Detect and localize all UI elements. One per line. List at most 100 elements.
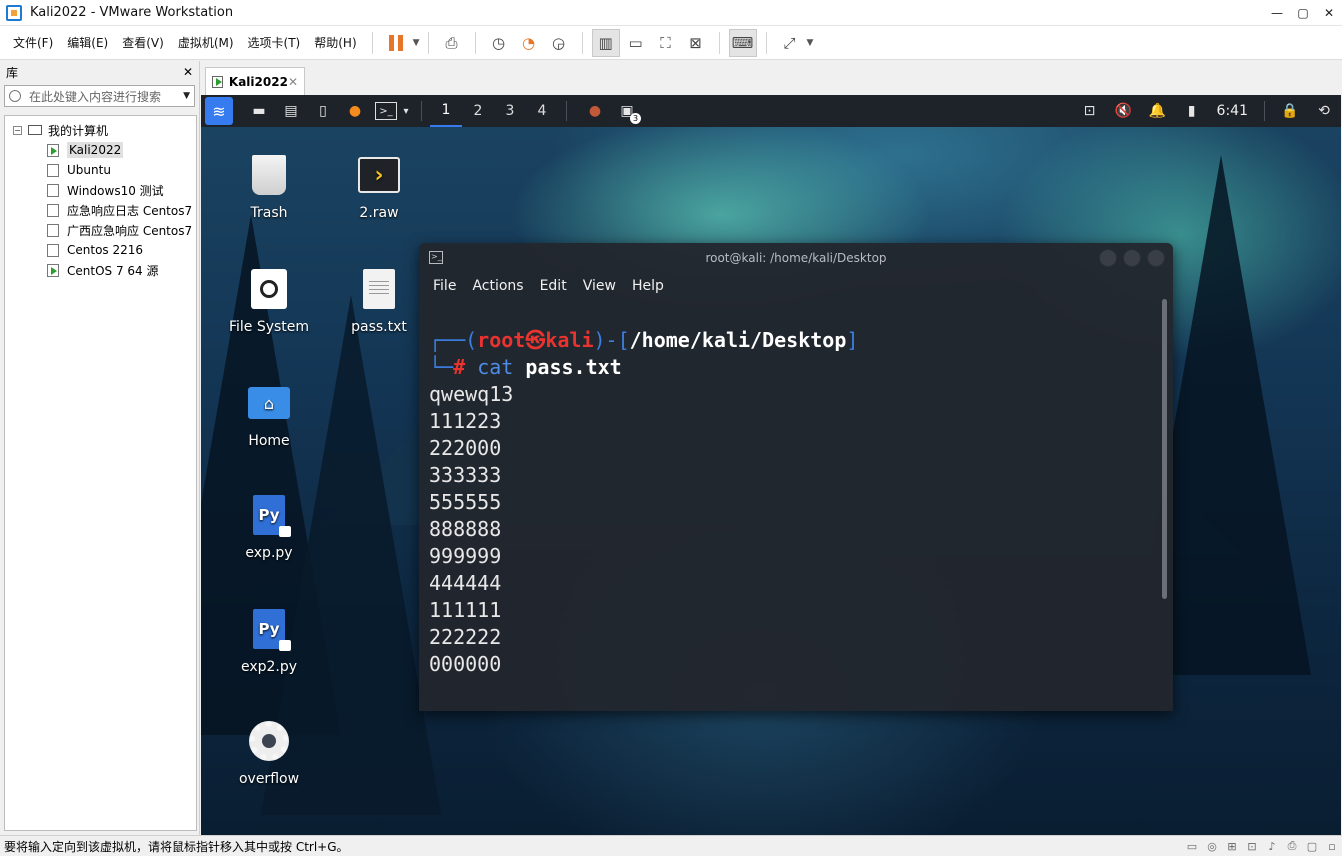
desktop-icon-exp2-py[interactable]: Py exp2.py [219, 607, 319, 675]
full-screen-button[interactable]: ⛶ [652, 29, 680, 57]
minimize-button[interactable]: — [1264, 0, 1290, 26]
hard-disk-icon[interactable]: ▭ [1184, 839, 1200, 853]
launcher-dropdown-chevron-icon[interactable]: ▾ [399, 100, 413, 122]
firefox-window-icon[interactable]: ● [583, 100, 607, 122]
python-file-icon: Py [248, 493, 291, 537]
show-desktop-icon[interactable]: ▬ [247, 100, 271, 122]
menu-file[interactable]: 文件(F) [6, 26, 60, 60]
tree-item-vm[interactable]: Kali2022 [5, 140, 196, 160]
take-snapshot-button[interactable]: ◷ [485, 29, 513, 57]
tree-root-my-computer[interactable]: − 我的计算机 [5, 120, 196, 140]
desktop-icon-raw[interactable]: › 2.raw [329, 153, 429, 221]
pause-button[interactable] [382, 29, 410, 57]
file-manager-icon[interactable]: ▤ [279, 100, 303, 122]
workspace-3-button[interactable]: 3 [494, 95, 526, 127]
terminal-title-bar[interactable]: >_ root@kali: /home/kali/Desktop [419, 243, 1173, 273]
terminal-menu-view[interactable]: View [583, 278, 616, 294]
desktop-icon-filesystem[interactable]: File System [219, 267, 319, 335]
terminal-scrollbar[interactable] [1162, 299, 1167, 599]
volume-muted-icon[interactable]: 🔇 [1112, 100, 1136, 122]
menu-edit[interactable]: 编辑(E) [60, 26, 115, 60]
workspace-2-button[interactable]: 2 [462, 95, 494, 127]
logout-icon[interactable]: ⟲ [1312, 100, 1336, 122]
terminal-output[interactable]: ┌──(root㉿kali)-[/home/kali/Desktop] └─# … [429, 327, 1159, 678]
console-view-button[interactable]: ⌨ [728, 28, 757, 57]
menu-help[interactable]: 帮助(H) [307, 26, 363, 60]
thumbnail-bar-button[interactable]: ▭ [622, 29, 650, 57]
thumbnail-icon: ▭ [628, 33, 643, 52]
terminal-window-icon[interactable]: ▣ 3 [615, 100, 641, 124]
network-icon[interactable]: ⊡ [1078, 100, 1102, 122]
tab-close-button[interactable]: ✕ [288, 75, 298, 89]
text-editor-icon[interactable]: ▯ [311, 100, 335, 122]
tree-item-vm[interactable]: Centos 2216 [5, 240, 196, 260]
desktop-icon-exp-py[interactable]: Py exp.py [219, 493, 319, 561]
battery-icon[interactable]: ▮ [1180, 100, 1204, 122]
send-ctrl-alt-del-button[interactable]: ⎙ [438, 29, 466, 57]
revert-snapshot-button[interactable]: ◔ [515, 29, 543, 57]
notifications-bell-icon[interactable]: 🔔 [1146, 100, 1170, 122]
unity-button[interactable]: ⊠ [682, 29, 710, 57]
desktop-icon-label: 2.raw [359, 205, 399, 221]
tree-item-vm[interactable]: 广西应急响应 Centos7 [5, 220, 196, 240]
maximize-button[interactable]: ▢ [1290, 0, 1316, 26]
toolbar-separator [581, 31, 583, 54]
tree-item-label: Centos 2216 [67, 243, 144, 257]
library-search-input[interactable]: 在此处键入内容进行搜索 ▼ [4, 85, 195, 107]
firefox-icon[interactable]: ● [343, 100, 367, 122]
kali-menu-icon[interactable]: ≋ [205, 97, 233, 125]
toolbar-separator [765, 31, 767, 54]
close-window-button[interactable]: ✕ [1316, 0, 1342, 26]
desktop-icon-home[interactable]: ⌂ Home [219, 381, 319, 449]
desktop-icon-pass-txt[interactable]: pass.txt [329, 267, 429, 335]
sound-icon[interactable]: ♪ [1264, 839, 1280, 853]
printer-icon[interactable]: ⎙ [1284, 839, 1300, 853]
cd-dvd-icon[interactable]: ◎ [1204, 839, 1220, 853]
vm-running-icon [47, 143, 59, 157]
panel-clock[interactable]: 6:41 [1217, 103, 1248, 119]
terminal-maximize-button[interactable] [1123, 249, 1141, 267]
terminal-launcher-icon[interactable]: >_ [375, 102, 397, 120]
messages-icon[interactable]: ▫ [1324, 839, 1340, 853]
terminal-close-button[interactable] [1147, 249, 1165, 267]
tree-item-vm[interactable]: CentOS 7 64 源 [5, 260, 196, 280]
python-file-icon: Py [248, 607, 291, 651]
display-icon[interactable]: ▢ [1304, 839, 1320, 853]
usb-icon[interactable]: ⊡ [1244, 839, 1260, 853]
menu-view[interactable]: 查看(V) [115, 26, 171, 60]
desktop-icon-trash[interactable]: Trash [219, 153, 319, 221]
terminal-menu-file[interactable]: File [433, 278, 456, 294]
window-title: Kali2022 - VMware Workstation [30, 5, 234, 20]
network-adapter-icon[interactable]: ⊞ [1224, 839, 1240, 853]
library-close-button[interactable]: ✕ [183, 65, 193, 79]
workspace-4-button[interactable]: 4 [526, 95, 558, 127]
menu-vm[interactable]: 虚拟机(M) [171, 26, 241, 60]
collapse-icon[interactable]: − [13, 125, 22, 135]
show-library-button[interactable]: ▥ [591, 28, 620, 57]
desktop-icon-overflow[interactable]: overflow [219, 719, 319, 787]
search-dropdown-chevron-icon[interactable]: ▼ [183, 91, 190, 101]
stretch-dropdown-chevron-icon[interactable]: ▼ [807, 38, 814, 48]
window-title-bar: Kali2022 - VMware Workstation — ▢ ✕ [0, 0, 1342, 26]
tree-item-label: Ubuntu [67, 163, 111, 177]
terminal-menu-help[interactable]: Help [632, 278, 664, 294]
workspace-1-button[interactable]: 1 [430, 95, 462, 127]
terminal-menu-edit[interactable]: Edit [540, 278, 567, 294]
power-dropdown-chevron-icon[interactable]: ▼ [413, 38, 420, 48]
tab-kali2022[interactable]: Kali2022 ✕ [205, 67, 305, 95]
terminal-menu-actions[interactable]: Actions [472, 278, 523, 294]
window-controls: — ▢ ✕ [1264, 0, 1342, 26]
stretch-guest-button[interactable]: ⤢ [776, 29, 804, 57]
tree-item-vm[interactable]: 应急响应日志 Centos7 [5, 200, 196, 220]
terminal-window[interactable]: >_ root@kali: /home/kali/Desktop File Ac… [419, 243, 1173, 711]
snapshot-manager-button[interactable]: ◶ [545, 29, 573, 57]
terminal-icon: >_ [429, 251, 443, 264]
terminal-minimize-button[interactable] [1099, 249, 1117, 267]
tree-item-label: 广西应急响应 Centos7 [67, 223, 193, 238]
tree-item-vm[interactable]: Windows10 测试 [5, 180, 196, 200]
python-file-image: Py [253, 495, 291, 537]
tree-item-vm[interactable]: Ubuntu [5, 160, 196, 180]
menu-tabs[interactable]: 选项卡(T) [241, 26, 308, 60]
lock-screen-icon[interactable]: 🔒 [1278, 100, 1302, 122]
vm-console[interactable]: ≋ ▬ ▤ ▯ ● >_ ▾ 1 2 3 4 ● ▣ 3 ⊡ 🔇 🔔 ▮ 6:41… [201, 95, 1341, 835]
